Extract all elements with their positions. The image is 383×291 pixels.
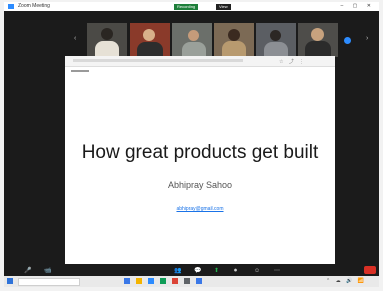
taskbar-app-icon[interactable]	[172, 278, 178, 284]
taskbar-app-icon[interactable]	[196, 278, 202, 284]
view-button[interactable]: View	[216, 4, 231, 10]
address-bar[interactable]	[73, 59, 243, 62]
participant-video[interactable]	[256, 23, 296, 57]
shared-screen: ☆ ⤴ ⋮ How great products get built Abhip…	[65, 56, 335, 264]
video-button[interactable]: 📹	[44, 267, 51, 275]
slide-email-link[interactable]: abhipray@gmail.com	[65, 206, 335, 212]
zoom-window: Zoom Meeting Recording View – ▢ ✕ ‹ › ☆ …	[4, 2, 379, 287]
window-title: Zoom Meeting	[18, 3, 50, 9]
chat-button[interactable]: 💬	[194, 267, 201, 275]
taskbar-app-icon[interactable]	[124, 278, 130, 284]
strip-next-arrow-icon[interactable]: ›	[366, 35, 368, 42]
shared-browser-toolbar: ☆ ⤴ ⋮	[65, 56, 335, 67]
windows-taskbar: ⌃ ☁ 🔊 📶	[4, 276, 379, 287]
more-button[interactable]: ⋯	[274, 267, 280, 275]
taskbar-app-icon[interactable]	[148, 278, 154, 284]
taskbar-app-icon[interactable]	[136, 278, 142, 284]
participant-video[interactable]	[87, 23, 127, 57]
taskbar-search-box[interactable]	[18, 278, 80, 286]
mute-button[interactable]: 🎤	[24, 267, 31, 275]
share-screen-button[interactable]: ⬆	[214, 267, 219, 275]
system-tray[interactable]: ⌃ ☁ 🔊 📶	[326, 278, 366, 284]
record-button[interactable]: ⏺	[234, 267, 237, 275]
window-controls[interactable]: – ▢ ✕	[341, 2, 375, 11]
taskbar-app-icon[interactable]	[160, 278, 166, 284]
participants-button[interactable]: 👥	[174, 267, 181, 275]
slide-title: How great products get built	[81, 142, 319, 163]
reactions-button[interactable]: ☺	[254, 267, 260, 275]
participant-video[interactable]	[214, 23, 254, 57]
slide-thumbnail-placeholder	[71, 70, 89, 72]
slide-author: Abhipray Sahoo	[167, 180, 233, 190]
zoom-app-icon	[8, 4, 14, 9]
participant-video[interactable]	[298, 23, 338, 57]
windows-start-icon[interactable]	[7, 278, 13, 284]
participant-video[interactable]	[130, 23, 170, 57]
strip-prev-arrow-icon[interactable]: ‹	[74, 35, 76, 42]
participant-strip: ‹ ›	[4, 11, 379, 57]
taskbar-app-icon[interactable]	[184, 278, 190, 284]
meeting-controls-bar: 🎤 📹 👥 💬 ⬆ ⏺ ☺ ⋯	[4, 266, 379, 276]
end-meeting-button[interactable]	[364, 266, 376, 274]
title-bar: Zoom Meeting Recording View – ▢ ✕	[4, 2, 379, 11]
recording-badge[interactable]: Recording	[174, 4, 199, 10]
browser-toolbar-icons[interactable]: ☆ ⤴ ⋮	[279, 58, 306, 65]
participant-video[interactable]	[172, 23, 212, 57]
zoom-status-icon	[344, 37, 351, 44]
